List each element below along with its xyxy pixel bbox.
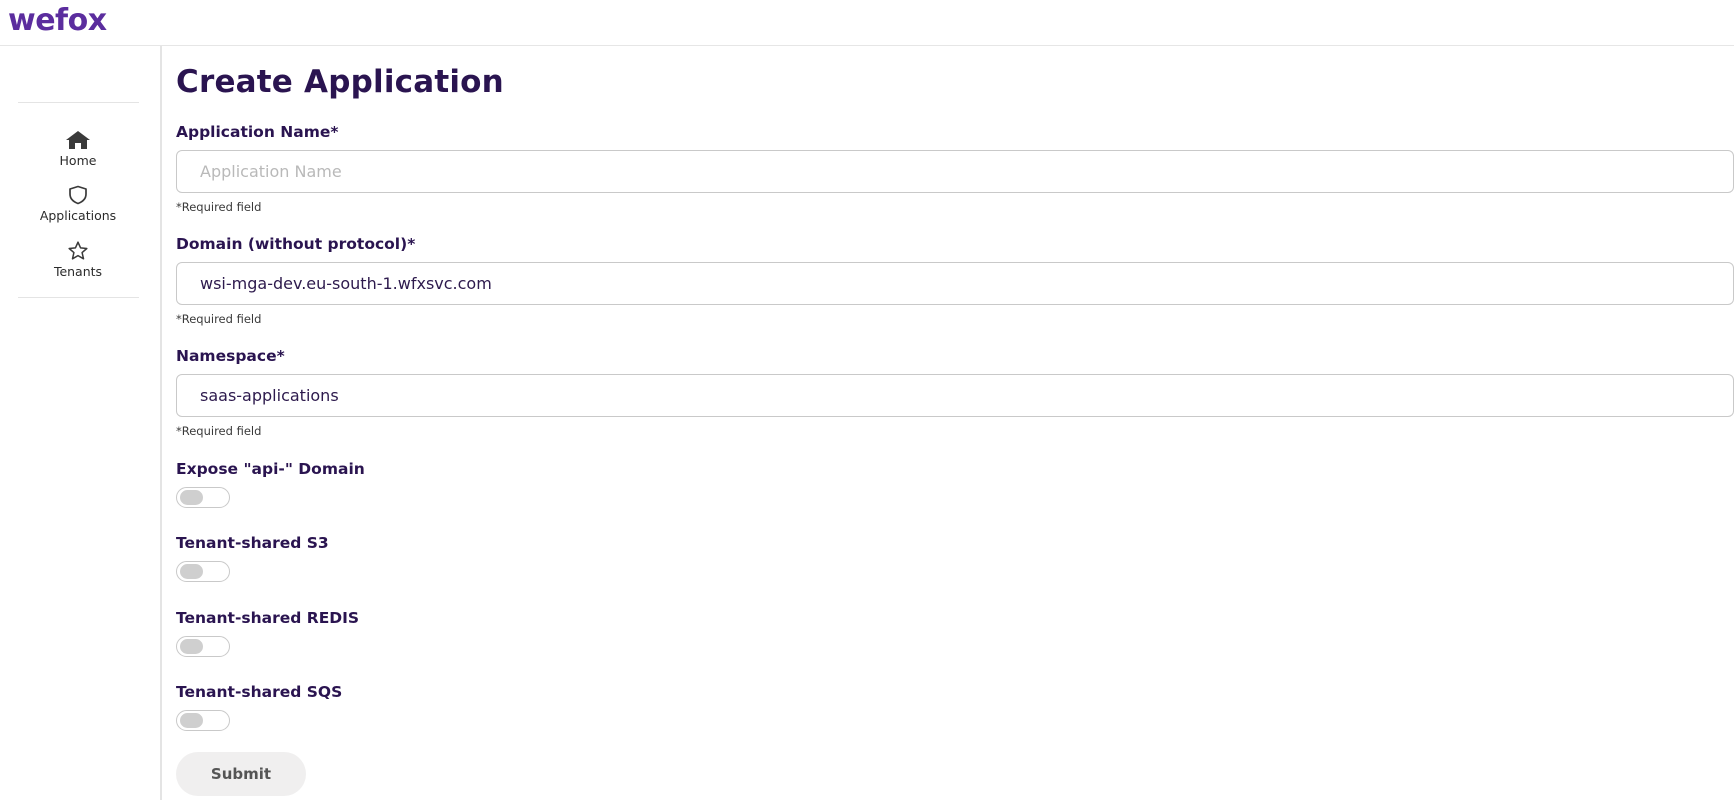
home-icon (0, 130, 156, 150)
tenant-shared-sqs-label: Tenant-shared SQS (176, 683, 343, 701)
sidebar: Home Applications Tenants (0, 46, 162, 800)
application-name-label: Application Name* (176, 123, 339, 141)
application-name-input[interactable] (176, 150, 1734, 193)
sidebar-item-tenants[interactable]: Tenants (0, 241, 156, 291)
submit-button[interactable]: Submit (176, 752, 306, 796)
sidebar-item-label: Applications (39, 208, 117, 223)
tenant-shared-s3-toggle[interactable] (176, 561, 230, 582)
page-title: Create Application (176, 64, 504, 100)
namespace-label: Namespace* (176, 347, 285, 365)
toggle-knob (180, 713, 203, 728)
tenant-shared-redis-label: Tenant-shared REDIS (176, 609, 360, 627)
shield-icon (0, 185, 156, 205)
sidebar-divider-top (18, 102, 139, 103)
namespace-input[interactable] (176, 374, 1734, 417)
expose-api-domain-toggle[interactable] (176, 487, 230, 508)
sidebar-item-applications[interactable]: Applications (0, 185, 156, 235)
domain-help: *Required field (176, 312, 262, 326)
sidebar-item-home[interactable]: Home (0, 130, 156, 180)
expose-api-domain-label: Expose "api-" Domain (176, 460, 365, 478)
star-icon (0, 241, 156, 261)
create-application-form: Create Application Application Name* *Re… (176, 46, 1734, 800)
tenant-shared-sqs-toggle[interactable] (176, 710, 230, 731)
namespace-help: *Required field (176, 424, 262, 438)
tenant-shared-s3-label: Tenant-shared S3 (176, 534, 329, 552)
toggle-knob (180, 639, 203, 654)
application-name-help: *Required field (176, 200, 262, 214)
domain-input[interactable] (176, 262, 1734, 305)
wefox-logo[interactable]: wefox (8, 2, 107, 40)
sidebar-item-label: Home (59, 153, 97, 168)
tenant-shared-redis-toggle[interactable] (176, 636, 230, 657)
toggle-knob (180, 564, 203, 579)
sidebar-divider-bottom (18, 297, 139, 298)
domain-label: Domain (without protocol)* (176, 235, 416, 253)
toggle-knob (180, 490, 203, 505)
sidebar-item-label: Tenants (53, 264, 103, 279)
top-bar: wefox (0, 0, 1734, 46)
